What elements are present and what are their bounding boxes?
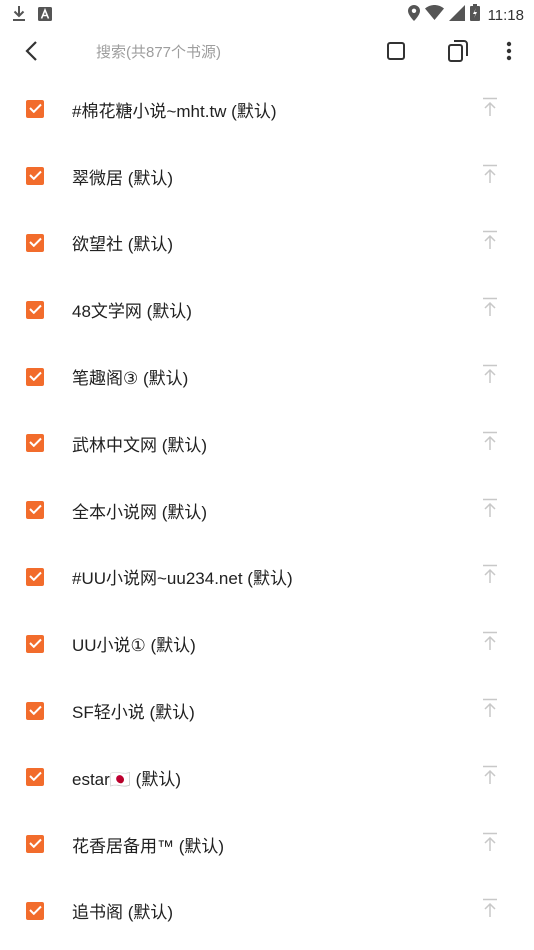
check-icon [28,835,42,853]
move-to-top-icon [482,431,498,456]
source-checkbox[interactable] [26,233,44,252]
move-to-top-icon [482,164,498,189]
source-checkbox[interactable] [26,300,44,319]
list-item[interactable]: 48文学网 (默认) [0,276,534,343]
move-to-top-icon [482,765,498,790]
move-to-top-button[interactable] [478,632,502,656]
arrow-left-icon [24,40,38,67]
source-name: #棉花糖小说~mht.tw (默认) [72,101,277,121]
list-item[interactable]: 全本小说网 (默认) [0,477,534,544]
move-to-top-button[interactable] [478,431,502,455]
check-icon [28,501,42,519]
move-to-top-button[interactable] [478,765,502,789]
move-to-top-icon [482,97,498,122]
move-to-top-button[interactable] [478,698,502,723]
source-name: 武林中文网 (默认) [72,435,208,455]
source-checkbox[interactable] [26,901,44,920]
status-bar-left [12,5,52,27]
move-to-top-button[interactable] [478,832,502,856]
source-name: 追书阁 (默认) [72,903,174,923]
move-to-top-button[interactable] [478,97,502,121]
list-item[interactable]: UU小说① (默认) [0,610,534,677]
select-all-button[interactable] [379,36,413,70]
list-item[interactable]: #UU小说网~uu234.net (默认) [0,544,534,611]
check-icon [28,167,42,185]
back-button[interactable] [14,36,48,70]
list-item[interactable]: 翠微居 (默认) [0,143,534,210]
check-icon [28,100,42,118]
wifi-icon [424,4,444,25]
check-icon [28,702,42,720]
a-notification-icon [38,6,52,26]
invert-selection-button[interactable] [441,36,475,70]
source-checkbox[interactable] [26,701,44,720]
book-source-list: #棉花糖小说~mht.tw (默认) 翠微居 (默认) 欲望社 (默认) 48文… [0,76,534,944]
search-input[interactable] [96,38,356,66]
move-to-top-button[interactable] [478,231,502,255]
source-checkbox[interactable] [26,367,44,386]
list-item[interactable]: estar🇯🇵 (默认) [0,744,534,811]
move-to-top-icon [482,364,498,389]
move-to-top-button[interactable] [478,899,502,923]
move-to-top-icon [482,297,498,322]
download-icon [12,5,26,27]
list-item[interactable]: 笔趣阁③ (默认) [0,343,534,410]
check-icon [28,368,42,386]
invert-selection-icon [448,39,468,67]
list-item[interactable]: 欲望社 (默认) [0,210,534,277]
source-name: 花香居备用™ (默认) [72,836,225,856]
status-time: 11:18 [487,6,524,24]
list-item[interactable]: 武林中文网 (默认) [0,410,534,477]
move-to-top-icon [482,498,498,523]
source-name: 欲望社 (默认) [72,235,174,255]
source-checkbox[interactable] [26,835,44,854]
move-to-top-button[interactable] [478,364,502,389]
battery-icon [469,4,480,26]
check-icon [28,234,42,252]
move-to-top-button[interactable] [478,498,502,522]
source-name: 翠微居 (默认) [72,168,174,188]
source-checkbox[interactable] [26,167,44,186]
move-to-top-icon [482,230,498,255]
source-checkbox[interactable] [26,567,44,586]
source-name: estar🇯🇵 (默认) [72,769,182,789]
move-to-top-icon [482,631,498,656]
check-icon [28,635,42,653]
check-icon [28,301,42,319]
check-icon [28,902,42,920]
source-name: UU小说① (默认) [72,636,196,656]
signal-icon [448,4,465,26]
source-name: 全本小说网 (默认) [72,502,208,522]
move-to-top-button[interactable] [478,565,502,589]
source-checkbox[interactable] [26,100,44,119]
source-name: 48文学网 (默认) [72,302,192,322]
check-icon [28,434,42,452]
move-to-top-icon [482,698,498,723]
status-bar: 11:18 [0,0,534,28]
move-to-top-icon [482,898,498,923]
source-checkbox[interactable] [26,434,44,453]
check-icon [28,768,42,786]
status-bar-right: 11:18 [407,4,524,26]
list-item[interactable]: 追书阁 (默认) [0,878,534,945]
more-vert-icon [506,41,512,66]
list-item[interactable]: #棉花糖小说~mht.tw (默认) [0,76,534,143]
move-to-top-button[interactable] [478,164,502,188]
toolbar [0,28,534,76]
list-item[interactable]: 花香居备用™ (默认) [0,811,534,878]
source-name: SF轻小说 (默认) [72,703,195,723]
location-icon [407,4,420,26]
move-to-top-icon [482,564,498,589]
move-to-top-icon [482,832,498,857]
move-to-top-button[interactable] [478,298,502,322]
source-checkbox[interactable] [26,501,44,520]
source-checkbox[interactable] [26,768,44,787]
select-all-icon [387,41,405,65]
source-name: #UU小说网~uu234.net (默认) [72,569,293,589]
source-checkbox[interactable] [26,634,44,653]
more-options-button[interactable] [492,36,526,70]
source-name: 笔趣阁③ (默认) [72,369,189,389]
list-item[interactable]: SF轻小说 (默认) [0,677,534,744]
check-icon [28,568,42,586]
